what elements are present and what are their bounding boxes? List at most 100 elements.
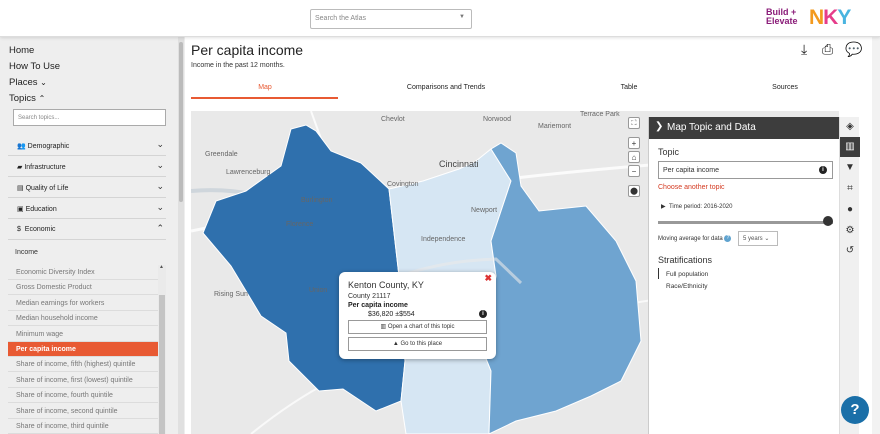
topics-search-input[interactable]: Search topics... [13,109,166,126]
tab-table[interactable]: Table [605,84,653,91]
topic-item[interactable]: Share of income, third quintile [8,419,158,434]
topic-item[interactable]: Share of income, fourth quintile [8,388,158,404]
tab-map[interactable]: Map [243,84,287,91]
pin-icon[interactable]: ● [840,200,860,220]
moving-average-select[interactable]: 5 years ⌄ [738,231,778,246]
nav-how-to-use[interactable]: How To Use [9,61,60,72]
category-education-text: Education [25,206,57,213]
map-topic-panel: ❯ Map Topic and Data Topic Per capita in… [648,117,840,434]
topic-item[interactable]: Share of income, second quintile [8,404,158,419]
topic-item[interactable]: Median household income [8,311,158,327]
nav-places[interactable]: Places ⌄ [9,77,47,88]
topic-item[interactable]: Minimum wage [8,327,158,342]
build-elevate-nky-logo[interactable]: Build + Elevate NKY [766,6,858,30]
topic-select[interactable]: Per capita income i [658,161,833,179]
moving-average-text: Moving average for data [658,236,723,243]
chevron-right-icon[interactable]: ❯ [655,121,663,132]
tab-sources[interactable]: Sources [755,84,815,91]
time-period-label: Time period: 2016-2020 [668,204,733,210]
page-scrollbar[interactable] [872,37,880,434]
category-education[interactable]: ▣ Education ⌄ [8,199,166,219]
help-icon[interactable]: ? [724,235,732,242]
locate-icon[interactable]: ⬤ [628,185,640,197]
sidebar-scroll-thumb[interactable] [179,42,183,202]
category-infrastructure[interactable]: ▰ Infrastructure ⌄ [8,157,166,177]
feedback-icon[interactable]: 💬 [845,41,862,58]
scroll-up-icon[interactable]: ▲ [159,264,164,270]
logo-y: Y [837,6,851,29]
book-icon: ▤ [17,185,24,192]
topic-item[interactable]: Share of income, fifth (highest) quintil… [8,357,158,373]
time-slider-track[interactable] [658,221,833,224]
category-quality-of-life-label: ▤ Quality of Life [17,184,68,192]
sidebar: Home How To Use Places ⌄ Topics ⌃ Search… [0,37,185,434]
city-label: Newport [471,207,498,214]
place-icon: ▲ [392,341,399,347]
category-demographic[interactable]: 👥 Demographic ⌄ [8,136,166,156]
city-label: Cincinnati [439,159,479,169]
print-icon[interactable]: ⎙ [822,41,833,58]
moving-average-label: Moving average for data ? [658,235,732,243]
tab-comparisons[interactable]: Comparisons and Trends [386,84,506,91]
income-subcategory[interactable]: Income [15,249,38,256]
moving-average-value: 5 years [743,236,763,242]
time-period-toggle[interactable]: ▶ Time period: 2016-2020 [661,203,732,210]
crop-icon[interactable]: ⌗ [840,179,860,199]
history-icon[interactable]: ↺ [840,241,860,261]
city-label: Florence [286,221,314,228]
school-icon: ▣ [17,206,24,213]
fullscreen-icon[interactable]: ⛶ [628,117,640,129]
topic-item[interactable]: Median earnings for workers [8,296,158,311]
time-slider-handle[interactable] [823,216,833,226]
topic-list-scrollbar[interactable]: ▲ [158,264,166,434]
city-label: Terrace Park [580,111,620,118]
panel-header[interactable]: ❯ Map Topic and Data [649,117,840,139]
county-popup: ✖ Kenton County, KY County 21117 Per cap… [339,272,496,359]
filter-icon[interactable]: ▼ [840,158,860,178]
info-icon[interactable]: i [819,166,827,174]
nav-topics-label: Topics [9,93,36,104]
page-title: Per capita income [191,42,304,58]
people-icon: 👥 [17,143,26,150]
category-education-label: ▣ Education [17,205,57,213]
category-infrastructure-label: ▰ Infrastructure [17,163,66,171]
chevron-down-icon: ⌄ [764,236,770,242]
nav-home[interactable]: Home [9,45,34,56]
stratifications-label: Stratifications [658,255,713,265]
go-to-place-button[interactable]: ▲ Go to this place [348,337,487,351]
help-button[interactable]: ? [841,396,869,424]
choose-topic-link[interactable]: Choose another topic [658,184,725,191]
topic-item-active[interactable]: Per capita income [8,342,158,357]
category-quality-of-life[interactable]: ▤ Quality of Life ⌄ [8,178,166,198]
atlas-search-input[interactable]: Search the Atlas ▼ [310,9,472,29]
home-button[interactable]: ⌂ [628,151,640,163]
info-icon[interactable]: i [479,310,487,318]
topic-item[interactable]: Share of income, first (lowest) quintile [8,373,158,388]
popup-county-name: Kenton County, KY [348,280,424,290]
chevron-down-icon[interactable]: ▼ [459,14,465,20]
close-icon[interactable]: ✖ [484,273,492,284]
category-economic[interactable]: $ Economic ⌃ [8,220,166,240]
download-icon[interactable]: ⤓ [801,41,807,58]
open-chart-button[interactable]: ▥ Open a chart of this topic [348,320,487,334]
layers-icon[interactable]: ◈ [840,117,860,137]
category-demographic-text: Demographic [27,143,70,150]
chevron-down-icon: ⌄ [40,78,47,87]
sidebar-scrollbar[interactable] [178,37,184,434]
topic-item[interactable]: Gross Domestic Product [8,280,158,296]
strat-option-full-population[interactable]: Full population [666,271,708,278]
zoom-in-button[interactable]: + [628,137,640,149]
page-subtitle: Income in the past 12 months. [191,62,285,69]
topic-item[interactable]: Economic Diversity Index [8,265,158,280]
strat-option-race-ethnicity[interactable]: Race/Ethnicity [666,283,708,290]
topic-list-scroll-thumb[interactable] [159,295,165,434]
settings-icon[interactable]: ⚙ [840,221,860,241]
city-label: Rising Sun [214,291,248,298]
zoom-out-button[interactable]: − [628,165,640,177]
popup-county-fips: County 21117 [348,293,391,300]
logo-line2: Elevate [766,16,798,26]
nav-topics[interactable]: Topics ⌃ [9,93,45,104]
chevron-down-icon: ⌄ [156,202,164,212]
chevron-down-icon: ⌄ [156,181,164,191]
library-icon[interactable]: ▥ [840,137,860,157]
